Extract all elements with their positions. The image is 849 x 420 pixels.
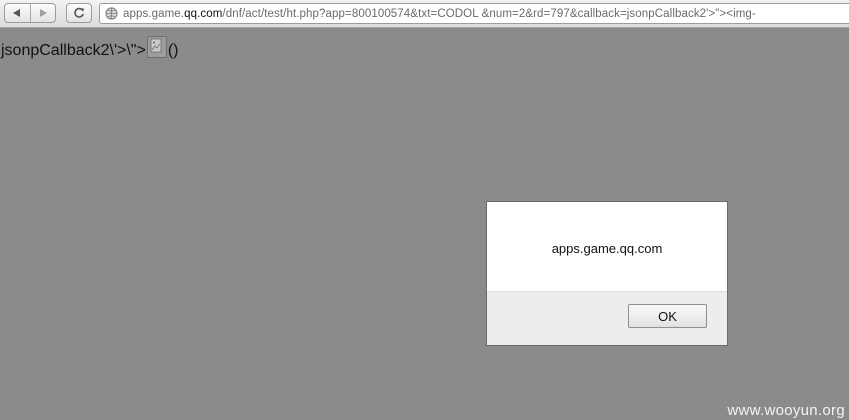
alert-footer: OK [487, 291, 727, 345]
forward-arrow-icon [39, 9, 47, 17]
page-output: jsonpCallback2\'>\"> () [1, 36, 179, 62]
url-host-domain: qq.com [184, 7, 223, 20]
url-host-prefix: apps.game. [123, 7, 185, 20]
broken-image-icon [146, 36, 167, 58]
reload-icon [74, 7, 85, 18]
nav-button-group [4, 3, 56, 23]
ok-button[interactable]: OK [628, 304, 707, 328]
call-parens: () [167, 42, 179, 59]
alert-message: apps.game.qq.com [551, 241, 663, 256]
back-arrow-icon [13, 9, 21, 17]
address-bar[interactable]: apps.game.qq.com/dnf/act/test/ht.php?app… [99, 3, 849, 24]
globe-icon [105, 7, 118, 20]
browser-toolbar: apps.game.qq.com/dnf/act/test/ht.php?app… [0, 0, 849, 28]
reload-button[interactable] [66, 3, 92, 23]
alert-dialog: apps.game.qq.com OK [486, 201, 728, 346]
url-path: /dnf/act/test/ht.php?app=800100574&txt=C… [222, 7, 756, 20]
callback-text: jsonpCallback2\'>\"> [1, 42, 146, 59]
watermark: www.wooyun.org [727, 402, 845, 419]
url-text: apps.game.qq.com/dnf/act/test/ht.php?app… [123, 8, 756, 20]
forward-button[interactable] [29, 4, 56, 22]
back-button[interactable] [5, 4, 30, 22]
